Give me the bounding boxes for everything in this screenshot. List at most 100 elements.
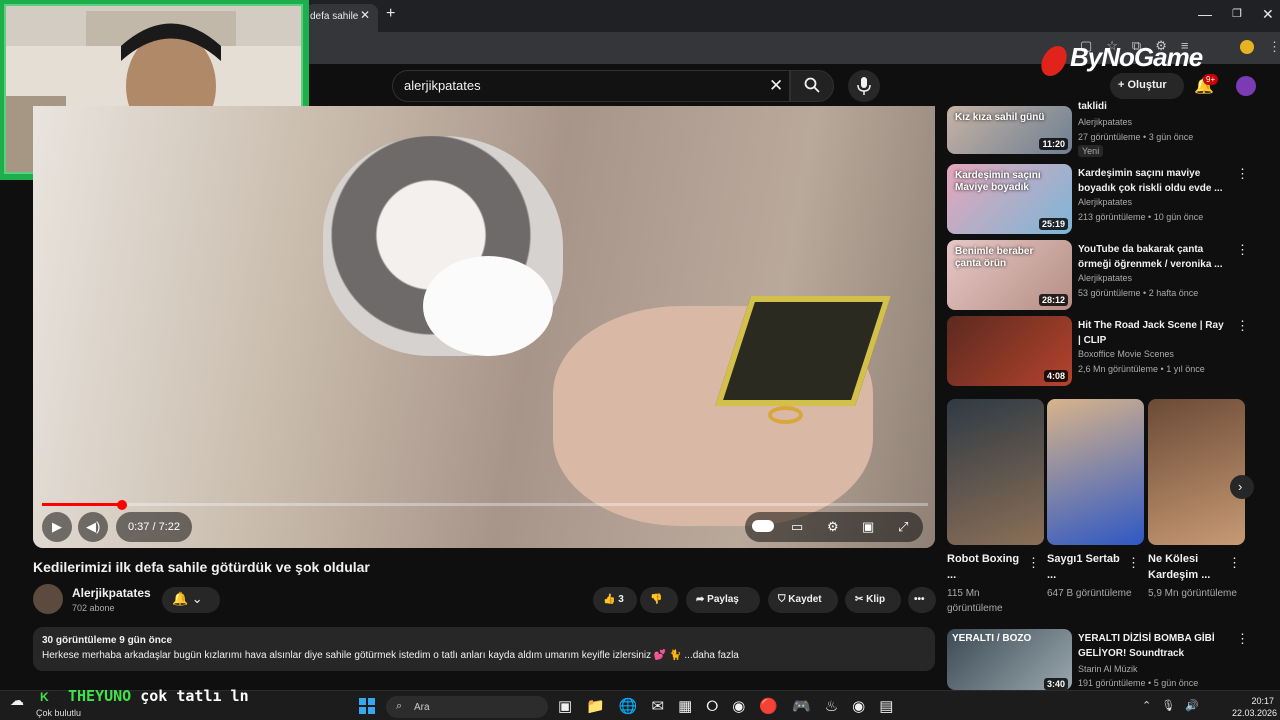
short-thumbnail[interactable]	[1047, 399, 1144, 545]
fullscreen-icon[interactable]: ⤢	[898, 519, 908, 535]
thumbs-up-icon: 👍	[603, 594, 619, 605]
play-button[interactable]: ▶	[42, 512, 72, 542]
weather-text: Çok bulutlu	[36, 708, 82, 718]
recommendation-meta: 53 görüntüleme • 2 hafta önce	[1078, 288, 1199, 298]
short-more-options-icon[interactable]: ⋮	[1127, 555, 1140, 571]
recommendation-title[interactable]: Hit The Road Jack Scene | Ray | CLIP	[1078, 318, 1228, 348]
progress-scrubber[interactable]	[117, 500, 127, 510]
clear-search-icon[interactable]: ✕	[769, 76, 783, 96]
overlay-k: K	[40, 690, 49, 704]
short-more-options-icon[interactable]: ⋮	[1027, 555, 1040, 571]
tab-close-icon[interactable]: ✕	[360, 8, 370, 22]
theater-mode-icon[interactable]: ▣	[862, 519, 874, 535]
duration-badge: 4:08	[1043, 370, 1068, 382]
video-player[interactable]	[33, 106, 935, 548]
progress-bar[interactable]	[42, 503, 928, 506]
create-button[interactable]: + Oluştur	[1110, 73, 1184, 99]
short-thumbnail[interactable]	[947, 399, 1044, 545]
chat-message: çok tatlı ln	[140, 687, 249, 705]
taskbar-search-icon: ⌕	[396, 700, 403, 712]
subtitles-icon[interactable]: ▭	[791, 519, 803, 535]
more-options-icon[interactable]: ⋮	[1236, 166, 1249, 182]
thumbs-down-icon: 👎	[650, 594, 663, 605]
share-button[interactable]: ➦ Paylaş	[686, 587, 760, 613]
recommendation-thumbnail[interactable]: Benimle beraber çanta örün 28:12	[947, 240, 1072, 310]
more-options-icon[interactable]: ⋮	[1236, 318, 1249, 334]
window-maximize-button[interactable]: ❐	[1232, 7, 1242, 20]
search-icon	[804, 77, 820, 93]
short-more-options-icon[interactable]: ⋮	[1228, 555, 1241, 571]
search-input-value: alerjikpatates	[404, 78, 481, 93]
clock-time: 20:17	[1251, 696, 1274, 706]
more-options-icon[interactable]: ⋮	[1236, 631, 1249, 647]
new-tab-button[interactable]: +	[386, 5, 395, 23]
short-title[interactable]: Saygı1 Sertab ...	[1047, 551, 1127, 583]
weather-icon[interactable]: ☁	[10, 692, 24, 709]
short-title[interactable]: Ne Kölesi Kardeşim ...	[1148, 551, 1228, 583]
recommendation-meta: 27 görüntüleme • 3 gün önce	[1078, 132, 1194, 142]
volume-button[interactable]: ◀)	[78, 512, 108, 542]
system-tray[interactable]: ⌃🎙🔊	[1142, 699, 1209, 712]
settings-gear-icon[interactable]: ⚙	[827, 519, 839, 535]
duration-badge: 3:40	[1043, 678, 1068, 690]
short-title[interactable]: Robot Boxing ...	[947, 551, 1027, 583]
clip-button[interactable]: ✂ Klip	[845, 587, 901, 613]
recommendation-title[interactable]: YERALTI DİZİSİ BOMBA GİBİ GELİYOR! Sound…	[1078, 631, 1228, 661]
more-options-icon[interactable]: ⋮	[1236, 242, 1249, 258]
view-count-date: 30 görüntüleme 9 gün önce	[42, 635, 173, 646]
description-text: Herkese merhaba arkadaşlar bugün kızları…	[42, 650, 739, 661]
like-count: 3	[618, 594, 624, 605]
recommendation-channel[interactable]: Alerjikpatates	[1078, 197, 1132, 207]
save-label: Kaydet	[788, 594, 822, 605]
taskbar-search-placeholder: Ara	[414, 702, 430, 713]
save-button[interactable]: ⛉ Kaydet	[768, 587, 838, 613]
window-minimize-button[interactable]: —	[1198, 6, 1212, 22]
subscriber-count: 702 abone	[72, 603, 115, 613]
shorts-next-button[interactable]: ›	[1230, 475, 1254, 499]
recommendation-meta[interactable]: 191 görüntüleme • 5 gün önce	[1078, 678, 1198, 688]
channel-avatar[interactable]	[33, 584, 63, 614]
recommendation-title[interactable]: Kardeşimin saçını maviye boyadık çok ris…	[1078, 166, 1228, 196]
recommendation-channel[interactable]: Alerjikpatates	[1078, 273, 1132, 283]
windows-start-icon[interactable]	[359, 698, 375, 714]
recommendation-title[interactable]: YouTube da bakarak çanta örmeği öğrenmek…	[1078, 242, 1228, 272]
recommendation-channel[interactable]: Alerjikpatates	[1078, 117, 1132, 127]
profile-avatar[interactable]	[1240, 40, 1254, 54]
recommendation-thumbnail[interactable]: 4:08	[947, 316, 1072, 386]
recommendation-thumbnail[interactable]: YERALTI / BOZO 3:40	[947, 629, 1072, 690]
create-label: Oluştur	[1127, 79, 1167, 91]
browser-menu-icon[interactable]: ⋮	[1268, 39, 1280, 55]
plus-icon: +	[1118, 79, 1125, 91]
short-thumbnail[interactable]	[1148, 399, 1245, 545]
stream-chat-overlay: THEYUNO çok tatlı ln	[68, 687, 249, 705]
progress-bar-fill	[42, 503, 122, 506]
recommendation-channel[interactable]: Boxoffice Movie Scenes	[1078, 349, 1174, 359]
description-box[interactable]	[33, 627, 935, 671]
taskbar-clock[interactable]: 20:17 22.03.2026	[1232, 695, 1277, 719]
recommendation-title[interactable]: taklidi	[1078, 99, 1228, 114]
recommendation-thumbnail[interactable]: Kardeşimin saçını Maviye boyadık 25:19	[947, 164, 1072, 234]
scissors-icon: ✂	[855, 594, 867, 605]
tab-title: defa sahile	[310, 11, 359, 22]
subscription-bell-button[interactable]: 🔔 ⌄	[162, 587, 220, 613]
window-close-button[interactable]: ✕	[1262, 6, 1274, 23]
short-views: 647 B görüntüleme	[1047, 588, 1132, 599]
chat-username: THEYUNO	[68, 687, 132, 705]
share-icon: ➦	[696, 594, 708, 605]
autoplay-toggle[interactable]	[752, 520, 774, 532]
bookmark-icon: ⛉	[778, 594, 789, 605]
like-button[interactable]: 👍 3	[593, 587, 637, 613]
recommendation-thumbnail[interactable]: Kız kıza sahil günü 11:20	[947, 106, 1072, 154]
account-avatar[interactable]	[1236, 76, 1256, 96]
thumbnail-text: Kız kıza sahil günü	[955, 112, 1045, 123]
recommendation-channel[interactable]: Starin Al Müzik	[1078, 664, 1138, 674]
channel-name[interactable]: Alerjikpatates	[72, 586, 151, 600]
dislike-button[interactable]: 👎	[640, 587, 678, 613]
time-display: 0:37 / 7:22	[116, 512, 192, 542]
taskbar-search[interactable]	[386, 696, 548, 718]
short-views: 5,9 Mn görüntüleme	[1148, 588, 1237, 599]
recommendation-meta: 213 görüntüleme • 10 gün önce	[1078, 212, 1204, 222]
more-actions-button[interactable]: •••	[908, 587, 936, 613]
taskbar-app-icons[interactable]: ▣📁🌐✉▦⭘◉🔴🎮♨◉▤	[558, 697, 907, 715]
video-title: Kedilerimizi ilk defa sahile götürdük ve…	[33, 559, 370, 575]
